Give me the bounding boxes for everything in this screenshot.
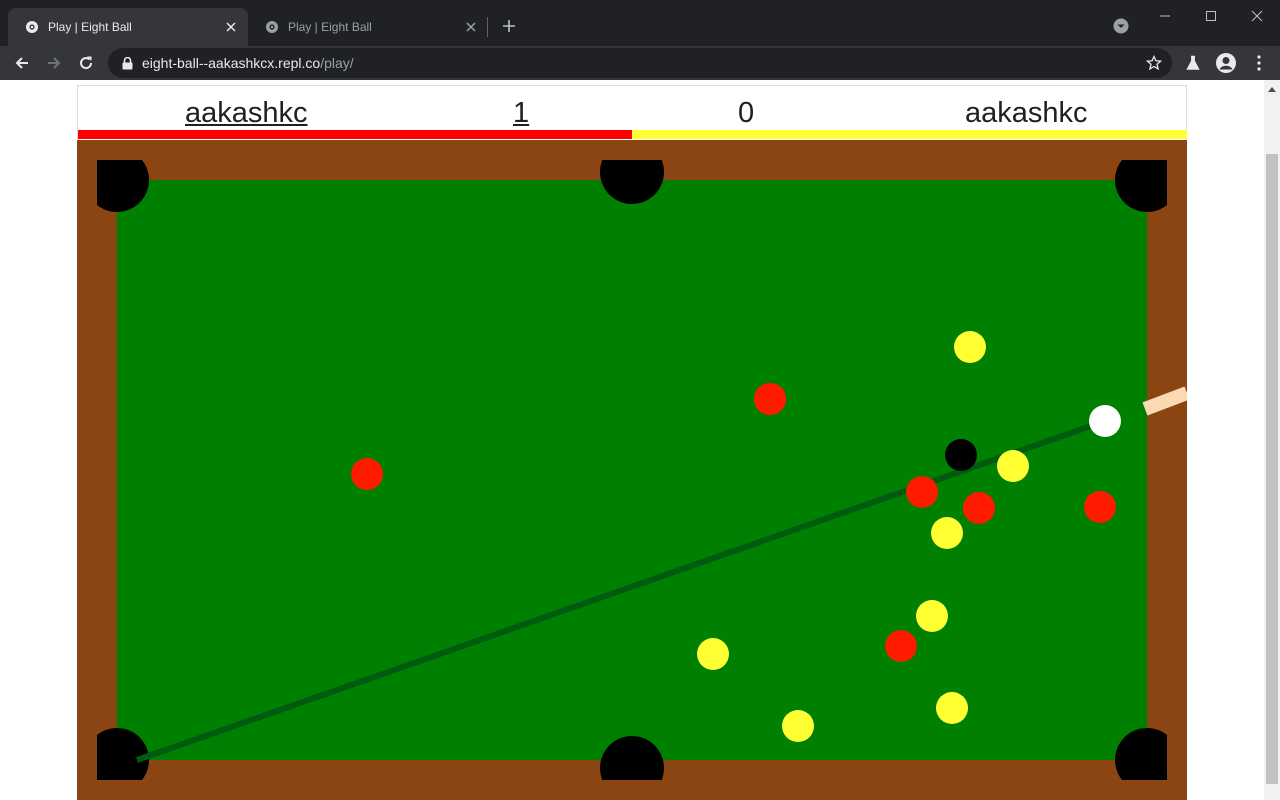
kebab-menu-icon: [1257, 55, 1261, 71]
tab-title: Play | Eight Ball: [288, 20, 372, 34]
tab-active[interactable]: Play | Eight Ball: [8, 8, 248, 46]
player-right-color-bar: [632, 130, 1187, 139]
cue-ball[interactable]: [1089, 405, 1121, 437]
red-ball: [1084, 491, 1116, 523]
tab-title: Play | Eight Ball: [48, 20, 132, 34]
browser-menu-button[interactable]: [1249, 53, 1269, 73]
yellow-ball: [697, 638, 729, 670]
yellow-ball: [997, 450, 1029, 482]
close-tab-icon[interactable]: [462, 18, 480, 36]
tab-inactive[interactable]: Play | Eight Ball: [248, 8, 488, 46]
minimize-icon: [1160, 15, 1170, 17]
yellow-ball: [782, 710, 814, 742]
pool-table[interactable]: [77, 140, 1187, 800]
chevron-down-icon: [1113, 18, 1129, 34]
red-ball: [885, 630, 917, 662]
page-scrollbar[interactable]: [1264, 80, 1280, 800]
bookmark-star-icon[interactable]: [1146, 55, 1162, 71]
table-felt: [117, 180, 1147, 760]
url-text: eight-ball--aakashkcx.repl.co/play/: [142, 55, 354, 71]
tab-separator: [487, 17, 488, 37]
yellow-ball: [936, 692, 968, 724]
eight-ball-favicon-icon: [24, 19, 40, 35]
maximize-icon: [1206, 11, 1216, 21]
scroll-up-arrow-icon: [1268, 87, 1276, 92]
arrow-left-icon: [15, 57, 28, 69]
player-right-score: 0: [738, 97, 755, 129]
close-icon: [1251, 10, 1263, 22]
maximize-button[interactable]: [1191, 4, 1231, 28]
back-button[interactable]: [9, 50, 35, 76]
scroll-up-button[interactable]: [1264, 82, 1280, 96]
red-ball: [906, 476, 938, 508]
player-left-color-bar: [78, 130, 632, 139]
plus-icon: [503, 20, 515, 32]
player-left-name[interactable]: aakashkc: [185, 96, 308, 130]
new-tab-button[interactable]: [498, 15, 520, 37]
lock-icon: [120, 56, 134, 70]
avatar-icon: [1216, 53, 1236, 73]
yellow-ball: [916, 600, 948, 632]
red-ball: [963, 492, 995, 524]
eight-ball: [945, 439, 977, 471]
address-bar[interactable]: eight-ball--aakashkcx.repl.co/play/: [108, 48, 1172, 78]
url-host: eight-ball--aakashkcx.repl.co: [142, 55, 321, 71]
yellow-ball: [954, 331, 986, 363]
rail-left-edge: [77, 140, 97, 800]
url-path: /play/: [320, 55, 354, 71]
tab-search-button[interactable]: [1111, 16, 1131, 36]
close-tab-icon[interactable]: [222, 18, 240, 36]
tab-strip: Play | Eight Ball Play | Eight Ball: [0, 0, 1280, 46]
page-viewport: aakashkc 1 0 aakashkc: [0, 80, 1264, 800]
close-window-button[interactable]: [1237, 4, 1277, 28]
profile-button[interactable]: [1216, 53, 1236, 73]
red-ball: [351, 458, 383, 490]
forward-button[interactable]: [41, 50, 67, 76]
player-right-name: aakashkc: [965, 97, 1088, 129]
labs-flask-button[interactable]: [1183, 53, 1203, 73]
player-left-score[interactable]: 1: [513, 96, 529, 130]
eight-ball-favicon-icon: [264, 19, 280, 35]
flask-icon: [1186, 55, 1200, 70]
scroll-thumb[interactable]: [1266, 154, 1278, 784]
red-ball: [754, 383, 786, 415]
reload-icon: [80, 56, 93, 70]
arrow-right-icon: [48, 57, 61, 69]
yellow-ball: [931, 517, 963, 549]
rail-right-edge: [1167, 140, 1187, 800]
reload-button[interactable]: [73, 50, 99, 76]
minimize-button[interactable]: [1145, 4, 1185, 28]
rail-bottom-edge: [97, 780, 1167, 800]
rail-top-edge: [97, 140, 1167, 160]
browser-toolbar: eight-ball--aakashkcx.repl.co/play/: [0, 46, 1280, 80]
